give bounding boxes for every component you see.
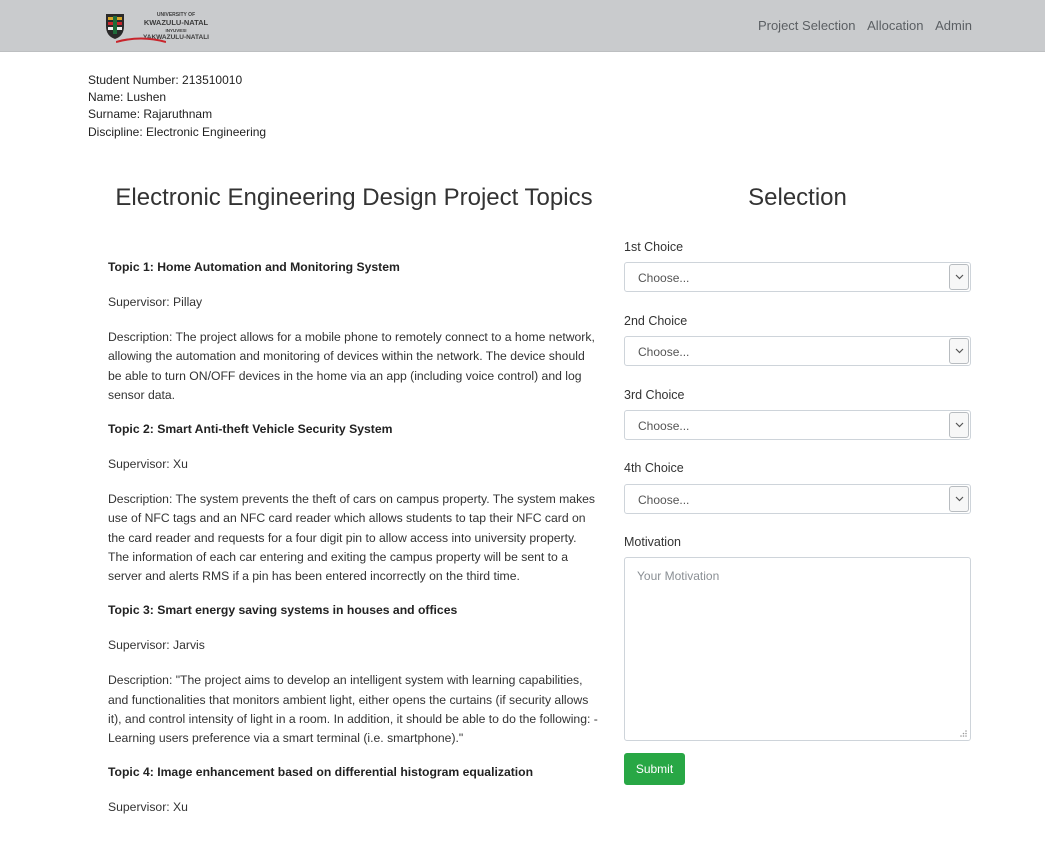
- student-number: Student Number: 213510010: [88, 73, 243, 87]
- choice-4-label: 4th Choice: [624, 461, 684, 475]
- topic-description: Description: "The project aims to develo…: [108, 673, 598, 746]
- choice-3-label: 3rd Choice: [624, 388, 685, 402]
- choice-4-select[interactable]: Choose...: [624, 484, 971, 514]
- topic-supervisor: Supervisor: Xu: [108, 457, 188, 472]
- topic-supervisor: Supervisor: Pillay: [108, 295, 203, 309]
- topics-heading: Electronic Engineering Design Project To…: [115, 184, 593, 211]
- motivation-label: Motivation: [624, 535, 681, 549]
- swoosh-icon: [116, 37, 166, 43]
- resize-grip-icon[interactable]: [959, 729, 967, 737]
- choice-1-label: 1st Choice: [624, 240, 684, 254]
- shield-icon: [106, 14, 124, 39]
- topic-description: Description: The system prevents the the…: [108, 492, 596, 584]
- topic-supervisor: Supervisor: Jarvis: [108, 638, 205, 653]
- nav-admin[interactable]: Admin: [935, 18, 972, 33]
- chevron-down-icon[interactable]: [949, 338, 969, 364]
- motivation-placeholder: Your Motivation: [637, 569, 720, 583]
- topic-title: Topic 4: Image enhancement based on diff…: [108, 765, 534, 780]
- choice-3-select[interactable]: Choose...: [624, 410, 971, 440]
- choice-4-value: Choose...: [638, 493, 690, 507]
- topic-item: Topic 3: Smart energy saving systems in …: [108, 601, 600, 748]
- chevron-down-icon[interactable]: [949, 486, 969, 512]
- topic-supervisor: Supervisor: Xu: [108, 800, 188, 815]
- topic-title: Topic 2: Smart Anti-theft Vehicle Securi…: [108, 422, 393, 437]
- nav-allocation[interactable]: Allocation: [867, 18, 923, 33]
- choice-1-select[interactable]: Choose...: [624, 262, 971, 292]
- topics-list: Topic 1: Home Automation and Monitoring …: [108, 258, 600, 817]
- motivation-textarea[interactable]: Your Motivation: [624, 557, 971, 741]
- topic-item: Topic 1: Home Automation and Monitoring …: [108, 258, 600, 405]
- choice-2-select[interactable]: Choose...: [624, 336, 971, 366]
- chevron-down-icon[interactable]: [949, 264, 969, 290]
- student-discipline: Discipline: Electronic Engineering: [88, 124, 267, 139]
- topic-item: Topic 4: Image enhancement based on diff…: [108, 763, 600, 817]
- student-surname: Surname: Rajaruthnam: [88, 107, 213, 122]
- student-info: Student Number: 213510010 Name: Lushen S…: [88, 72, 266, 141]
- choice-1-value: Choose...: [638, 271, 690, 285]
- choice-2-label: 2nd Choice: [624, 314, 688, 328]
- university-logo[interactable]: UNIVERSITY OF KWAZULU-NATAL INYUVESI YAK…: [104, 10, 224, 43]
- nav-project-selection[interactable]: Project Selection: [758, 18, 856, 33]
- topic-title: Topic 3: Smart energy saving systems in …: [108, 603, 458, 618]
- topic-item: Topic 2: Smart Anti-theft Vehicle Securi…: [108, 420, 600, 586]
- choice-3-value: Choose...: [638, 419, 690, 433]
- nav-links: Project Selection Allocation Admin: [750, 18, 972, 33]
- chevron-down-icon[interactable]: [949, 412, 969, 438]
- logo-line-3: INYUVESI: [165, 28, 187, 33]
- student-name: Name: Lushen: [88, 90, 167, 105]
- choice-2-value: Choose...: [638, 345, 690, 359]
- topic-title: Topic 1: Home Automation and Monitoring …: [108, 260, 400, 274]
- selection-heading: Selection: [748, 184, 847, 211]
- topic-description: Description: The project allows for a mo…: [108, 330, 595, 402]
- submit-button[interactable]: Submit: [624, 753, 685, 785]
- logo-line-2: KWAZULU-NATAL: [143, 18, 209, 27]
- navbar: UNIVERSITY OF KWAZULU-NATAL INYUVESI YAK…: [0, 0, 1045, 52]
